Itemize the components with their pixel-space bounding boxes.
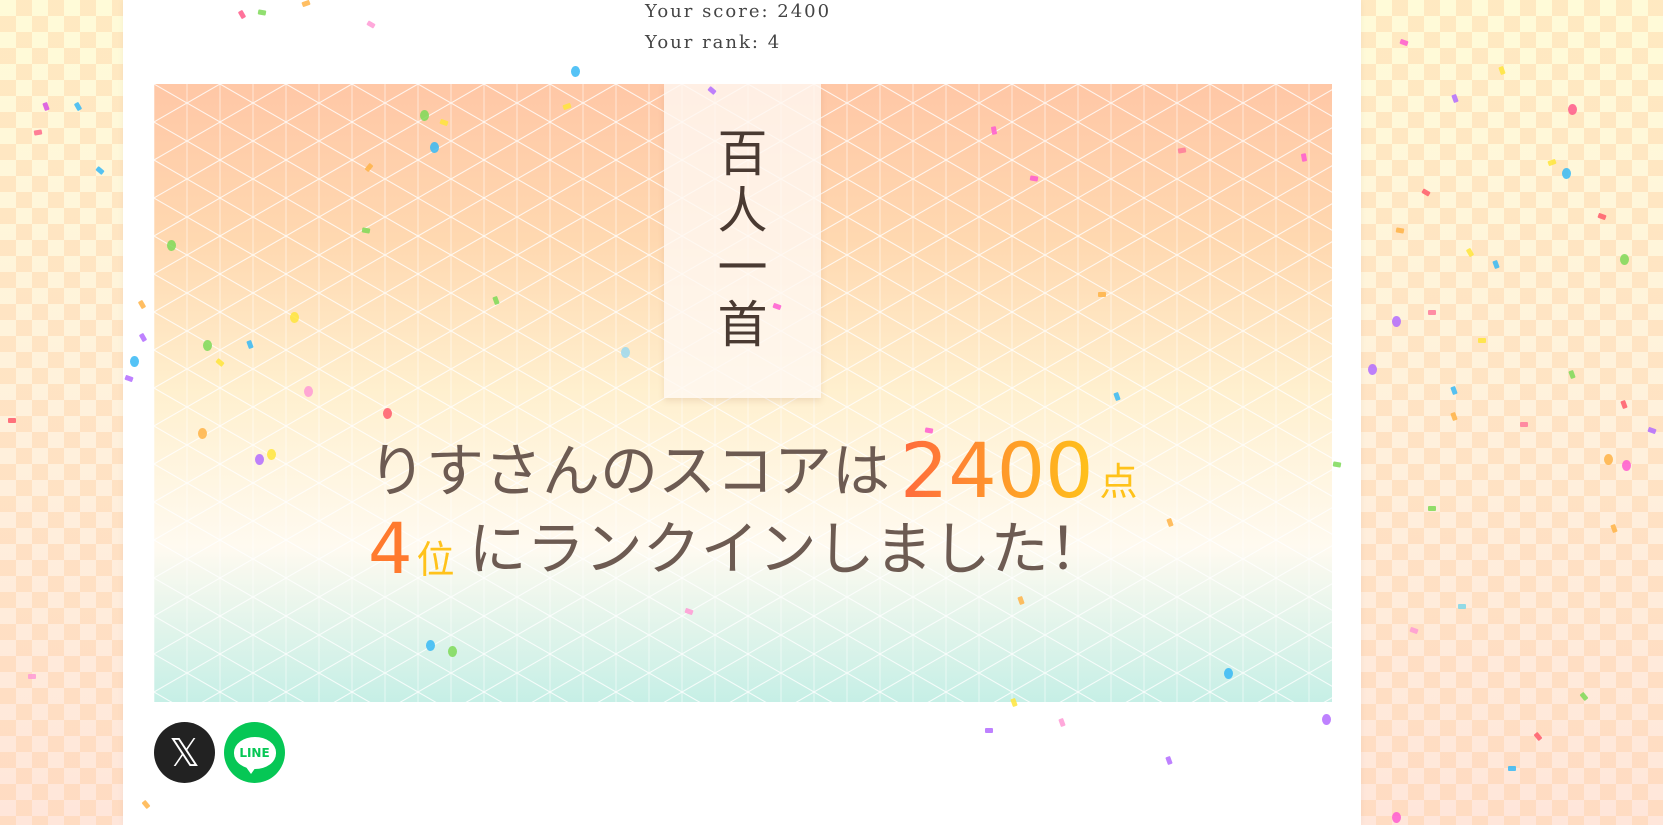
score-value: 2400	[900, 426, 1094, 515]
result-message: りすさんのスコアは 2400 点 4 位 にランクインしました！	[368, 432, 1137, 589]
share-x-button[interactable]: 𝕏	[154, 722, 215, 783]
result-banner: 百 人 一 首 りすさんのスコアは 2400 点 4 位 にランクインしました！	[154, 84, 1332, 702]
confetti-piece	[1428, 310, 1436, 315]
message-line-1: りすさんのスコアは 2400 点	[368, 432, 1137, 510]
confetti-piece	[1620, 254, 1629, 265]
confetti-piece	[1622, 460, 1631, 471]
confetti-piece	[1508, 766, 1516, 771]
line-logo-label: LINE	[239, 745, 270, 760]
confetti-piece	[1478, 338, 1486, 343]
confetti-piece	[1399, 38, 1409, 47]
confetti-piece	[1428, 506, 1436, 511]
confetti-piece	[1465, 247, 1475, 258]
confetti-piece	[1368, 364, 1377, 375]
rank-value: 4	[368, 508, 413, 590]
score-line: Your score: 2400	[645, 1, 832, 22]
score-summary: Your score: 2400 Your rank: 4	[645, 0, 831, 58]
confetti-piece	[1562, 168, 1571, 179]
confetti-piece	[1451, 93, 1459, 104]
message-line-2: 4 位 にランクインしました！	[368, 510, 1137, 588]
confetti-piece	[1492, 259, 1500, 270]
confetti-piece	[1498, 65, 1506, 76]
confetti-piece	[42, 101, 50, 112]
rank-line: Your rank: 4	[645, 32, 782, 53]
title-char: 一	[717, 239, 768, 297]
confetti-piece	[1409, 626, 1419, 635]
title-char: 百	[717, 125, 768, 183]
confetti-piece	[1395, 227, 1405, 234]
title-char: 首	[717, 296, 768, 354]
title-char: 人	[717, 182, 768, 240]
confetti-piece	[95, 166, 105, 175]
line-logo-icon: LINE	[233, 736, 276, 774]
confetti-piece	[1450, 385, 1458, 396]
score-unit: 点	[1099, 460, 1138, 504]
confetti-piece	[1579, 691, 1589, 702]
confetti-piece	[1392, 812, 1401, 823]
confetti-piece	[1568, 104, 1577, 115]
share-line-button[interactable]: LINE	[224, 722, 285, 783]
rank-unit: 位	[416, 538, 455, 582]
message-line-2-text: にランクインしました！	[468, 515, 1107, 583]
confetti-piece	[1458, 604, 1466, 609]
confetti-piece	[1547, 158, 1557, 167]
title-card: 百 人 一 首	[664, 84, 821, 398]
confetti-piece	[1610, 523, 1618, 534]
confetti-piece	[1620, 399, 1628, 410]
confetti-piece	[1568, 369, 1576, 380]
x-logo-icon: 𝕏	[169, 730, 200, 775]
confetti-piece	[33, 129, 43, 136]
confetti-piece	[28, 674, 36, 679]
confetti-piece	[1450, 411, 1458, 422]
confetti-piece	[1533, 731, 1543, 742]
confetti-piece	[1421, 188, 1431, 197]
confetti-piece	[8, 418, 16, 423]
confetti-piece	[1647, 426, 1657, 435]
confetti-piece	[1520, 422, 1528, 427]
confetti-piece	[1392, 316, 1401, 327]
confetti-piece	[1604, 454, 1613, 465]
message-line-1-text: りすさんのスコアは	[368, 437, 891, 505]
confetti-piece	[1597, 212, 1607, 221]
confetti-piece	[73, 101, 83, 112]
